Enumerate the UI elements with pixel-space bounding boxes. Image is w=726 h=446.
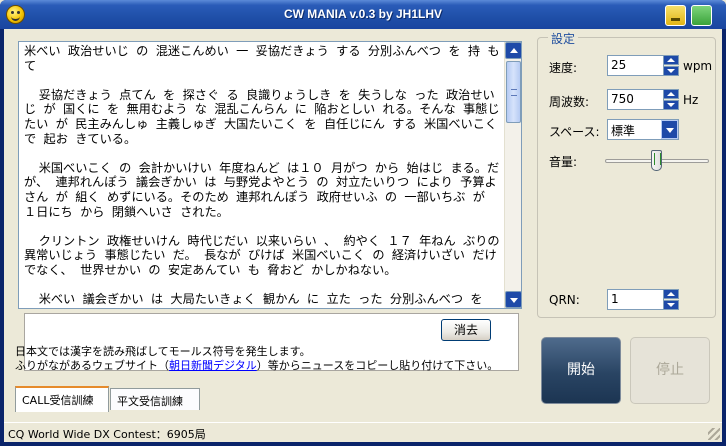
spin-up-icon[interactable] — [663, 289, 679, 299]
info-text-prefix: ふりがながあるウェブサイト（ — [15, 359, 169, 372]
spin-up-icon[interactable] — [663, 89, 679, 99]
window-title: CW MANIA v.0.3 by JH1LHV — [283, 7, 443, 21]
clear-button[interactable]: 消去 — [441, 319, 491, 341]
settings-group — [537, 37, 716, 318]
status-text: CQ World Wide DX Contest：6905局 — [8, 428, 206, 441]
stop-button[interactable]: 停止 — [630, 337, 710, 404]
frequency-spinner[interactable] — [663, 89, 679, 110]
scroll-thumb[interactable] — [506, 61, 521, 123]
client-area: 米べい 政治せいじ の 混迷こんめい 一 妥協だきょう する 分別ふんべつ を … — [4, 29, 722, 442]
speed-spinner[interactable] — [663, 55, 679, 76]
resize-grip-icon[interactable] — [708, 428, 720, 440]
app-window: CW MANIA v.0.3 by JH1LHV 米べい 政治せいじ の 混迷こ… — [0, 0, 726, 446]
scroll-up-icon[interactable] — [505, 42, 522, 59]
speed-label: 速度: — [549, 61, 578, 75]
close-button[interactable] — [691, 5, 712, 26]
speed-input[interactable]: 25 — [607, 55, 664, 76]
spin-down-icon[interactable] — [663, 300, 679, 310]
frequency-input[interactable]: 750 — [607, 89, 664, 110]
speed-unit: wpm — [683, 59, 713, 73]
space-select[interactable]: 標準 — [607, 119, 679, 140]
tab-plain-text-training[interactable]: 平文受信訓練 — [110, 388, 200, 410]
qrn-label: QRN: — [549, 293, 580, 307]
spin-down-icon[interactable] — [663, 66, 679, 76]
start-button[interactable]: 開始 — [541, 337, 621, 404]
title-bar[interactable]: CW MANIA v.0.3 by JH1LHV — [0, 0, 726, 29]
status-bar: CQ World Wide DX Contest：6905局 — [4, 422, 722, 442]
settings-group-title: 設定 — [548, 30, 579, 47]
qrn-input[interactable]: 1 — [607, 289, 664, 310]
frequency-label: 周波数: — [549, 95, 590, 109]
minimize-button[interactable] — [665, 5, 686, 26]
qrn-spinner[interactable] — [663, 289, 679, 310]
asahi-link[interactable]: 朝日新聞デジタル — [169, 359, 257, 372]
space-select-value: 標準 — [611, 124, 636, 138]
vertical-scrollbar[interactable] — [504, 42, 522, 308]
tab-strip: CALL受信訓練 平文受信訓練 — [15, 386, 531, 412]
info-text-suffix: ）等からニュースをコピーし貼り付けて下さい。 — [256, 359, 499, 372]
info-text-line2: ふりがながあるウェブサイト（朝日新聞デジタル）等からニュースをコピーし貼り付けて… — [15, 357, 498, 373]
chevron-down-icon[interactable] — [661, 120, 678, 139]
morse-text-area[interactable]: 米べい 政治せいじ の 混迷こんめい 一 妥協だきょう する 分別ふんべつ を … — [18, 41, 522, 309]
spin-up-icon[interactable] — [663, 55, 679, 65]
text-content[interactable]: 米べい 政治せいじ の 混迷こんめい 一 妥協だきょう する 分別ふんべつ を … — [24, 44, 502, 306]
volume-slider-thumb[interactable] — [651, 150, 662, 171]
spin-down-icon[interactable] — [663, 100, 679, 110]
tab-call-training[interactable]: CALL受信訓練 — [15, 386, 109, 412]
frequency-unit: Hz — [683, 93, 699, 107]
space-label: スペース: — [549, 125, 600, 139]
scroll-down-icon[interactable] — [505, 291, 522, 308]
volume-label: 音量: — [549, 155, 578, 169]
